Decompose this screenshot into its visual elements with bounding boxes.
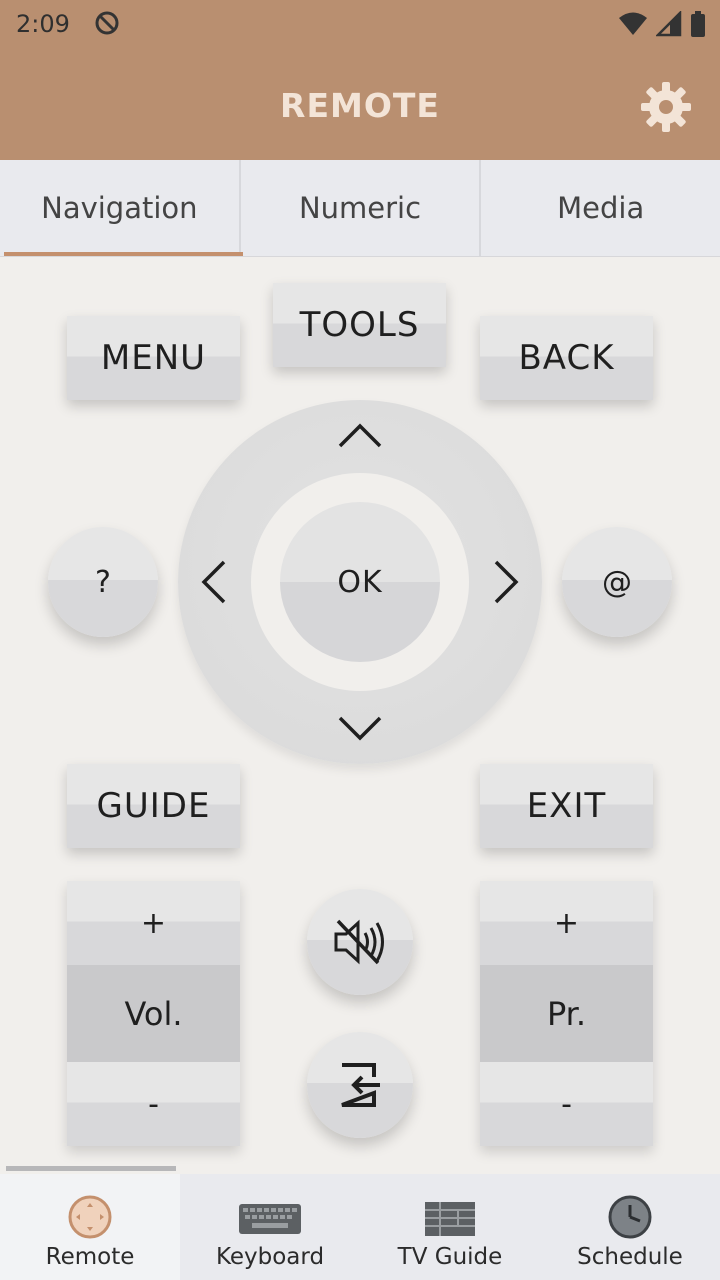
status-icons	[618, 10, 706, 38]
battery-icon	[691, 11, 705, 37]
tab-media[interactable]: Media	[481, 160, 720, 256]
mute-icon	[334, 919, 384, 965]
clock-icon	[608, 1195, 652, 1239]
signal-icon	[656, 11, 682, 37]
nav-label-tv-guide: TV Guide	[397, 1244, 503, 1270]
help-button[interactable]: ?	[48, 527, 158, 637]
chevron-down-icon[interactable]	[330, 696, 390, 756]
volume-label: Vol.	[67, 965, 240, 1063]
volume-down-button[interactable]: -	[67, 1062, 240, 1146]
status-time: 2:09	[16, 10, 70, 38]
tab-navigation[interactable]: Navigation	[0, 160, 243, 256]
tv-guide-icon	[425, 1202, 475, 1236]
nav-item-remote[interactable]: Remote	[0, 1174, 180, 1280]
source-input-button[interactable]	[307, 1032, 413, 1138]
exit-button[interactable]: EXIT	[480, 764, 653, 848]
app-bar: REMOTE	[0, 50, 720, 160]
volume-rocker: + Vol. -	[67, 881, 240, 1146]
input-source-icon	[341, 1063, 380, 1107]
nav-item-keyboard[interactable]: Keyboard	[180, 1174, 360, 1280]
sync-disabled-icon	[95, 11, 119, 35]
bottom-navigation: Remote Keyboard TV Guide Schedule	[0, 1174, 720, 1280]
app-title: REMOTE	[280, 86, 440, 125]
program-down-button[interactable]: -	[480, 1062, 653, 1146]
scroll-indicator	[6, 1166, 176, 1171]
guide-button[interactable]: GUIDE	[67, 764, 240, 848]
nav-label-schedule: Schedule	[577, 1244, 683, 1270]
program-rocker: + Pr. -	[480, 881, 653, 1146]
menu-button[interactable]: MENU	[67, 316, 240, 400]
nav-label-remote: Remote	[45, 1244, 135, 1270]
at-button[interactable]: @	[562, 527, 672, 637]
nav-label-keyboard: Keyboard	[215, 1244, 325, 1270]
status-bar: 2:09	[0, 0, 720, 50]
remote-icon	[68, 1195, 112, 1239]
settings-gear-icon[interactable]	[640, 81, 692, 133]
program-label: Pr.	[480, 965, 653, 1063]
chevron-left-icon[interactable]	[184, 552, 244, 612]
mute-button[interactable]	[307, 889, 413, 995]
tools-button[interactable]: TOOLS	[273, 283, 446, 367]
nav-item-schedule[interactable]: Schedule	[540, 1174, 720, 1280]
volume-up-button[interactable]: +	[67, 881, 240, 965]
nav-item-tv-guide[interactable]: TV Guide	[360, 1174, 540, 1280]
wifi-icon	[619, 12, 647, 35]
chevron-up-icon[interactable]	[330, 408, 390, 468]
back-button[interactable]: BACK	[480, 316, 653, 400]
keyboard-icon	[239, 1204, 301, 1234]
tab-bar: Navigation Numeric Media	[0, 160, 720, 257]
program-up-button[interactable]: +	[480, 881, 653, 965]
tab-numeric[interactable]: Numeric	[241, 160, 482, 256]
chevron-right-icon[interactable]	[476, 552, 536, 612]
ok-button[interactable]: OK	[280, 502, 440, 662]
